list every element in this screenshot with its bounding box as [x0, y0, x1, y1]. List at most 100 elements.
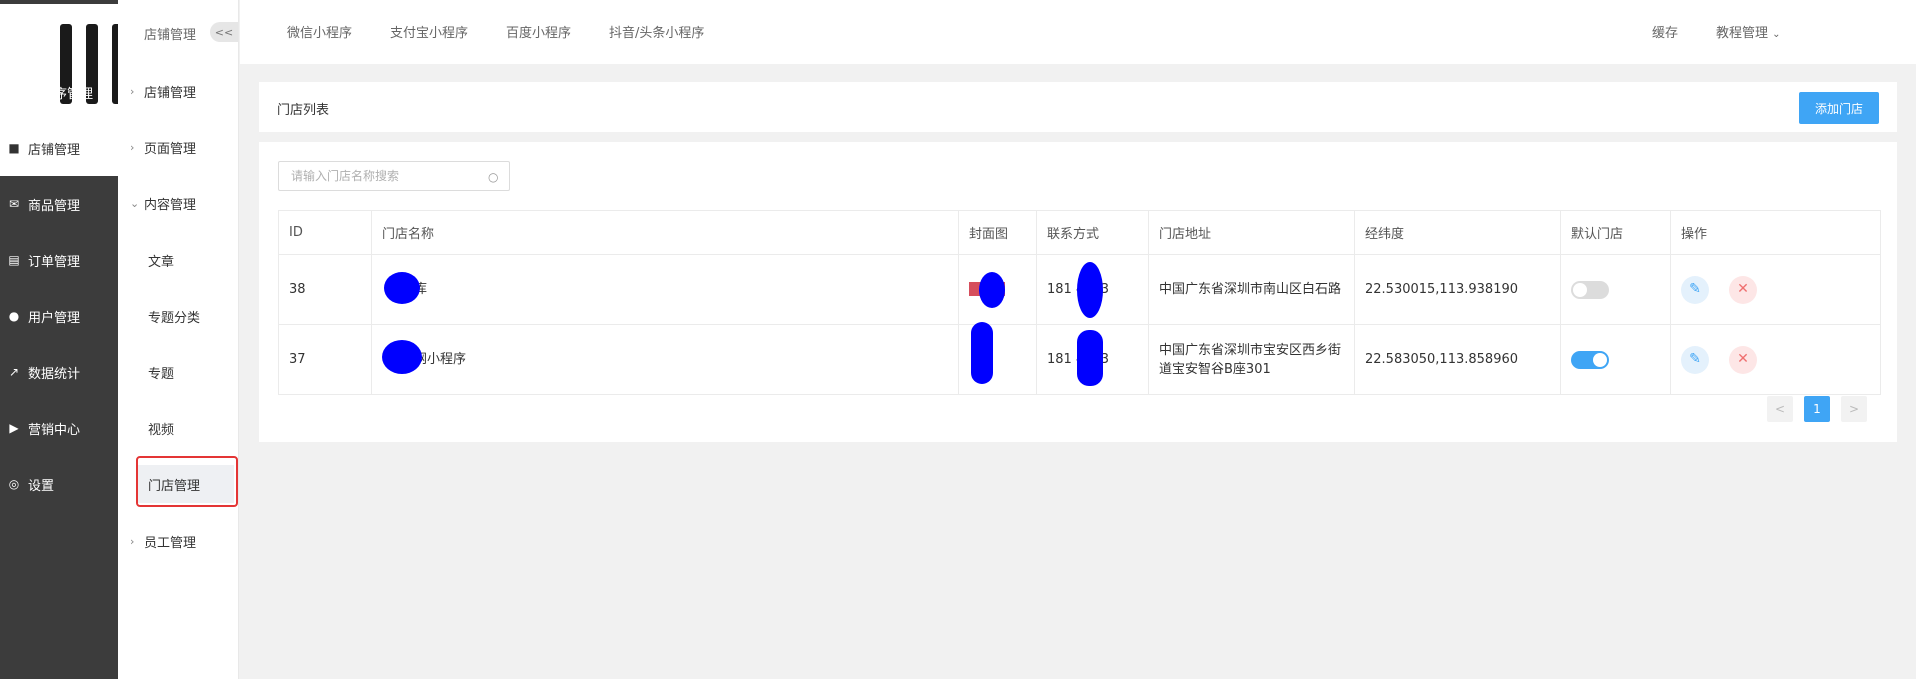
col-default: 默认门店	[1560, 210, 1671, 255]
cell-cover: V	[958, 321, 1037, 395]
cache-link[interactable]: 缓存	[1652, 22, 1678, 41]
cover-image[interactable]	[969, 271, 1005, 308]
search-input[interactable]	[278, 161, 510, 191]
sidebar-item-store[interactable]: ■ 店铺管理	[0, 120, 118, 176]
redaction-scribble	[1077, 330, 1103, 386]
sidebar-item-label: 小程序管理	[28, 86, 94, 102]
next-page-button[interactable]: >	[1841, 396, 1867, 422]
gear-icon: ◎	[8, 477, 20, 491]
subnav-item-topic-category[interactable]: 专题分类	[136, 297, 234, 335]
cell-name: 网小程序	[371, 324, 959, 395]
cell-coords: 22.530015,113.938190	[1354, 254, 1561, 325]
col-id: ID	[278, 210, 372, 255]
chevron-right-icon: ›	[130, 534, 135, 548]
subnav-group-pages[interactable]: › 页面管理	[130, 128, 235, 166]
collapse-button[interactable]: <<	[210, 22, 238, 42]
col-coords: 经纬度	[1354, 210, 1561, 255]
subnav-item-topic[interactable]: 专题	[136, 353, 234, 391]
sidebar-item-users[interactable]: ● 用户管理	[0, 288, 118, 344]
cell-address: 中国广东省深圳市宝安区西乡街道宝安智谷B座301	[1148, 324, 1355, 395]
chevron-right-icon: ›	[130, 84, 135, 98]
subnav-group-label: 员工管理	[144, 535, 197, 551]
subnav-group-label: 店铺管理	[144, 85, 197, 101]
store-icon: ■	[8, 141, 20, 155]
cell-address: 中国广东省深圳市南山区白石路	[1148, 254, 1355, 325]
cell-id: 37	[278, 324, 372, 395]
store-table: ID 门店名称 封面图 联系方式 门店地址 经纬度 默认门店 操作 38 库 1…	[278, 210, 1881, 395]
table-row: 37 网小程序 V 181 4373 中国广东省深圳市宝安区西乡街道宝安智谷B座…	[278, 321, 1881, 395]
top-bar: 微信小程序 支付宝小程序 百度小程序 抖音/头条小程序 缓存 教程管理 ⌄	[240, 0, 1916, 64]
edit-icon[interactable]: ✎	[1681, 345, 1709, 374]
subnav-group-label: 内容管理	[144, 197, 197, 213]
link-icon: ↗	[8, 85, 20, 99]
sidebar-item-stats[interactable]: ↗ 数据统计	[0, 344, 118, 400]
search-icon[interactable]: ○	[488, 170, 502, 184]
col-address: 门店地址	[1148, 210, 1355, 255]
cell-contact: 181 4373	[1036, 254, 1149, 325]
mail-icon: ✉	[8, 197, 20, 211]
chevron-right-icon: ›	[130, 140, 135, 154]
redaction-scribble	[1077, 262, 1103, 318]
highlight-box	[136, 456, 238, 507]
tab-wechat[interactable]: 微信小程序	[287, 22, 352, 41]
delete-icon[interactable]: ✕	[1729, 345, 1757, 374]
sidebar-item-label: 营销中心	[28, 422, 81, 438]
page-header: 门店列表 添加门店	[259, 82, 1897, 132]
sidebar-item-miniprogram[interactable]: ↗ 小程序管理	[0, 64, 118, 120]
cell-contact: 181 4373	[1036, 324, 1149, 395]
user-icon: ●	[8, 309, 20, 323]
megaphone-icon: ▶	[9, 421, 19, 435]
col-name: 门店名称	[371, 210, 959, 255]
subnav-group-store[interactable]: › 店铺管理	[130, 72, 235, 110]
edit-icon[interactable]: ✎	[1681, 275, 1709, 304]
sidebar-item-label: 用户管理	[28, 310, 81, 326]
delete-icon[interactable]: ✕	[1729, 275, 1757, 304]
redaction-scribble	[384, 272, 420, 304]
subnav-group-staff[interactable]: › 员工管理	[130, 522, 235, 560]
sidebar-item-settings[interactable]: ◎ 设置	[0, 456, 118, 512]
tutorial-menu[interactable]: 教程管理 ⌄	[1716, 22, 1781, 41]
subnav-item-video[interactable]: 视频	[136, 409, 234, 447]
cell-cover	[958, 254, 1037, 325]
prev-page-button[interactable]: <	[1767, 396, 1793, 422]
sidebar-item-label: 店铺管理	[28, 142, 81, 158]
col-actions: 操作	[1670, 210, 1881, 255]
chart-icon: ↗	[8, 365, 20, 379]
store-list-card: ○ ID 门店名称 封面图 联系方式 门店地址 经纬度 默认门店 操作	[259, 142, 1897, 442]
subnav-item-article[interactable]: 文章	[136, 241, 234, 279]
cell-coords: 22.583050,113.858960	[1354, 324, 1561, 395]
add-store-button[interactable]: 添加门店	[1799, 92, 1879, 124]
sidebar-item-label: 数据统计	[28, 366, 81, 382]
sidebar-item-label: 商品管理	[28, 198, 81, 214]
tab-alipay[interactable]: 支付宝小程序	[390, 22, 468, 41]
subnav-group-content[interactable]: ⌄ 内容管理	[130, 184, 235, 222]
chevron-down-icon: ⌄	[130, 196, 140, 210]
chevron-down-icon: ⌄	[1772, 29, 1781, 40]
table-header-row: ID 门店名称 封面图 联系方式 门店地址 经纬度 默认门店 操作	[278, 210, 1881, 255]
sidebar-item-goods[interactable]: ✉ 商品管理	[0, 176, 118, 232]
default-store-toggle[interactable]	[1571, 350, 1609, 369]
table-row: 38 库 181 4373 中国广东省深圳市南山区白石路 22.530015,1…	[278, 254, 1881, 325]
cell-default	[1560, 254, 1671, 325]
redaction-scribble	[979, 271, 1005, 308]
cell-id: 38	[278, 254, 372, 325]
sidebar-item-label: 设置	[28, 478, 55, 494]
cell-actions: ✎ ✕	[1670, 324, 1881, 395]
col-contact: 联系方式	[1036, 210, 1149, 255]
cell-name: 库	[371, 254, 959, 325]
redaction-scribble	[382, 340, 422, 374]
page-title: 门店列表	[277, 103, 330, 118]
cell-actions: ✎ ✕	[1670, 254, 1881, 325]
page-1-button[interactable]: 1	[1804, 396, 1830, 422]
sidebar-item-orders[interactable]: ▤ 订单管理	[0, 232, 118, 288]
col-cover: 封面图	[958, 210, 1037, 255]
clipboard-icon: ▤	[8, 253, 20, 267]
redaction-scribble	[971, 321, 993, 384]
tab-douyin[interactable]: 抖音/头条小程序	[609, 22, 704, 41]
secondary-sidebar: 店铺管理 << › 店铺管理 › 页面管理 ⌄ 内容管理 文章 专题分类 专题 视频 …	[118, 0, 239, 679]
tab-baidu[interactable]: 百度小程序	[506, 22, 571, 41]
default-store-toggle[interactable]	[1571, 280, 1609, 299]
cell-default	[1560, 324, 1671, 395]
sidebar-item-marketing[interactable]: ▶ 营销中心	[0, 400, 118, 456]
cover-image[interactable]: V	[969, 321, 1005, 384]
